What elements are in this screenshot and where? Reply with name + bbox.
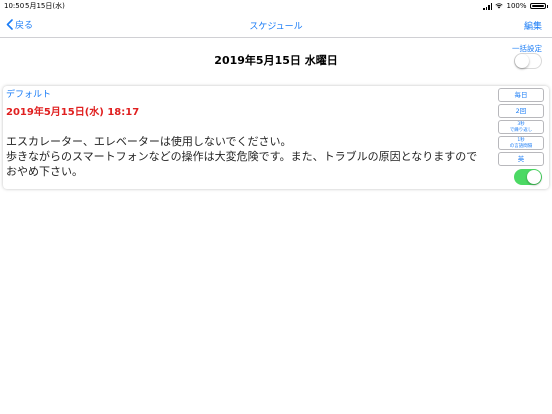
status-time: 10:50 [4,2,25,10]
signal-icon [483,2,493,10]
edit-button[interactable]: 編集 [524,19,542,32]
battery-percent: 100% [506,2,527,10]
message-line-2: 歩きながらのスマートフォンなどの操作は大変危険です。また、トラブルの原因となりま… [6,150,478,178]
toggle-knob [527,170,541,184]
interval-line-2: で繰り返し [509,127,533,133]
message-line-1: エスカレーター、エレベーターは使用しないでください。 [6,135,292,148]
status-right: 100% [483,0,548,12]
battery-cap [546,4,548,8]
bulk-setting-toggle[interactable] [514,53,542,69]
schedule-datetime: 2019年5月15日(水) 18:17 [6,107,140,118]
lead-line-2: の言語間隔 [509,143,533,149]
battery-icon [529,3,546,9]
repeat-button[interactable]: 毎日 [498,88,544,102]
schedule-enabled-toggle[interactable] [514,169,542,185]
count-button[interactable]: 2回 [498,104,544,118]
date-header: 2019年5月15日 水曜日 [214,54,338,67]
language-button[interactable]: 英 [498,152,544,166]
wifi-icon [495,3,504,9]
schedule-message: エスカレーター、エレベーターは使用しないでください。 歩きながらのスマートフォン… [6,134,488,179]
schedule-label: デフォルト [6,90,52,100]
language-interval-button[interactable]: 1秒 の言語間隔 [498,136,544,150]
navigation-bar: 戻る スケジュール 編集 [0,12,552,38]
nav-title: スケジュール [249,22,303,32]
schedule-card: デフォルト 2019年5月15日(水) 18:17 エスカレーター、エレベーター… [3,86,549,189]
toggle-knob [515,54,529,68]
interval-button[interactable]: 3秒 で繰り返し [498,120,544,134]
status-date: 5月15日(水) [25,2,65,10]
status-bar: 10:50 5月15日(水) 100% [0,0,552,12]
